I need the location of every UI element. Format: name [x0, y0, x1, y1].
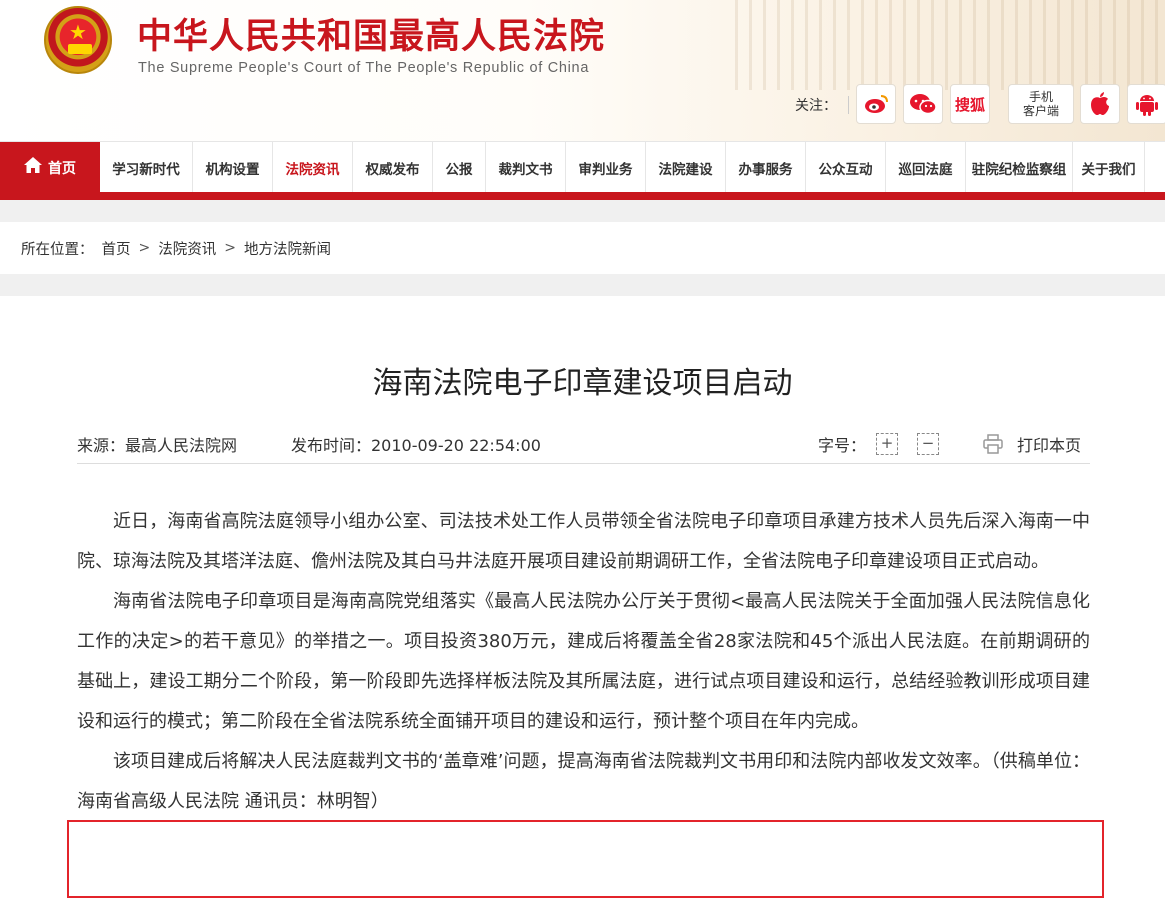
site-subtitle: The Supreme People's Court of The People…: [138, 60, 590, 76]
nav-item[interactable]: 关于我们: [1073, 142, 1145, 193]
nav-item[interactable]: 公众互动: [806, 142, 886, 193]
nav-item[interactable]: 办事服务: [726, 142, 806, 193]
breadcrumb-item-local-news[interactable]: 地方法院新闻: [244, 238, 331, 259]
national-emblem-icon[interactable]: ★: [44, 6, 112, 74]
font-increase-button[interactable]: +: [876, 433, 898, 455]
site-header: ★ 中华人民共和国最高人民法院 The Supreme People's Cou…: [0, 0, 1165, 141]
nav-item[interactable]: 法院建设: [646, 142, 726, 193]
nav-item[interactable]: 学习新时代: [100, 142, 193, 193]
article-content: 近日，海南省高院法庭领导小组办公室、司法技术处工作人员带领全省法院电子印章项目承…: [77, 502, 1090, 822]
article-meta: 来源：最高人民法院网 发布时间：2010-09-20 22:54:00 字号： …: [77, 432, 1090, 456]
printer-icon[interactable]: [983, 434, 1003, 454]
apple-icon[interactable]: [1080, 84, 1120, 124]
breadcrumb-gray-band: [0, 274, 1165, 296]
nav-home-label: 首页: [48, 160, 76, 177]
nav-item[interactable]: 法院资讯: [273, 142, 353, 193]
breadcrumb-item-home[interactable]: 首页: [102, 238, 131, 259]
nav-home[interactable]: 首页: [0, 142, 100, 193]
sohu-icon[interactable]: 搜狐: [950, 84, 990, 124]
nav-item[interactable]: 权威发布: [353, 142, 433, 193]
print-page-link[interactable]: 打印本页: [1017, 432, 1081, 456]
highlight-annotation-box: [67, 820, 1104, 898]
nav-item[interactable]: 公报: [433, 142, 486, 193]
mobile-label-line1: 手机: [1028, 90, 1053, 104]
android-icon[interactable]: [1127, 84, 1165, 124]
nav-gray-band: [0, 200, 1165, 222]
article-paragraph: 近日，海南省高院法庭领导小组办公室、司法技术处工作人员带领全省法院电子印章项目承…: [77, 511, 1090, 572]
building-background: [735, 0, 1165, 90]
follow-divider: [848, 96, 849, 114]
home-icon: [24, 157, 42, 178]
breadcrumb-label: 所在位置：: [21, 241, 94, 258]
mobile-label-line2: 客户端: [1022, 104, 1059, 118]
breadcrumb: 所在位置： 首页 > 法院资讯 > 地方法院新闻: [0, 222, 1165, 274]
nav-item[interactable]: 驻院纪检监察组: [966, 142, 1073, 193]
meta-divider: [77, 463, 1090, 464]
breadcrumb-separator: >: [138, 240, 151, 256]
article-paragraph: 海南省法院电子印章项目是海南高院党组落实《最高人民法院办公厅关于贯彻<最高人民法…: [77, 591, 1090, 732]
article-paragraph: 该项目建成后将解决人民法庭裁判文书的‘盖章难’问题，提高海南省法院裁判文书用印和…: [77, 751, 1090, 812]
nav-item[interactable]: 机构设置: [193, 142, 273, 193]
nav-item[interactable]: 裁判文书: [486, 142, 566, 193]
nav-item[interactable]: 巡回法庭: [886, 142, 966, 193]
breadcrumb-item-news[interactable]: 法院资讯: [158, 238, 216, 259]
article-pubtime: 发布时间：2010-09-20 22:54:00: [291, 436, 541, 455]
fontsize-label: 字号：: [818, 436, 867, 455]
site-title[interactable]: 中华人民共和国最高人民法院: [137, 8, 605, 59]
wechat-icon[interactable]: [903, 84, 943, 124]
breadcrumb-separator: >: [224, 240, 236, 256]
nav-accent-bar: [0, 192, 1165, 200]
weibo-icon[interactable]: [856, 84, 896, 124]
article-title: 海南法院电子印章建设项目启动: [372, 366, 793, 401]
font-decrease-button[interactable]: −: [917, 433, 939, 455]
article-source: 来源：最高人民法院网: [77, 436, 238, 455]
nav-items: 学习新时代 机构设置 法院资讯 权威发布 公报 裁判文书 审判业务 法院建设 办事服务 公众互动巡…: [100, 142, 1145, 193]
mobile-client-button[interactable]: 手机 客户端: [1008, 84, 1074, 124]
nav-item[interactable]: 审判业务: [566, 142, 646, 193]
follow-label: 关注：: [795, 98, 837, 114]
main-nav: 首页 学习新时代 机构设置 法院资讯 权威发布 公报 裁判文书 审判业务 法院建设 办事服务 公众…: [0, 141, 1165, 193]
